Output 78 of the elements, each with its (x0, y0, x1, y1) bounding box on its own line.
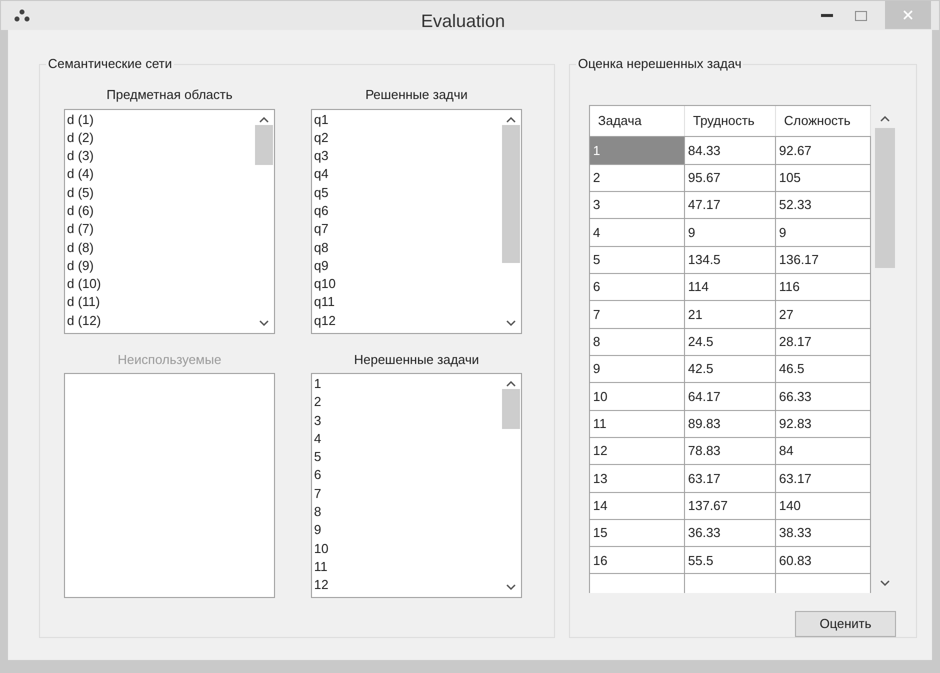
table-row[interactable]: 10 64.17 66.33 (590, 382, 872, 410)
scrollbar-thumb[interactable] (502, 389, 520, 429)
app-icon (13, 8, 31, 22)
list-item[interactable]: 5 (314, 448, 501, 466)
scroll-up-icon[interactable] (259, 116, 269, 122)
list-item[interactable]: q9 (314, 256, 501, 276)
list-item[interactable]: q12 (314, 312, 501, 330)
list-label: Предметная область (106, 86, 232, 104)
table-row[interactable]: 9 42.5 46.5 (590, 354, 872, 382)
table-row[interactable]: 6 114 116 (590, 272, 872, 300)
table-row[interactable]: 2 95.67 105 (590, 164, 872, 191)
list-box[interactable]: q1 q2 q3 q4 q5 q6 q7 q8 q9 q10 q11 q12 (311, 108, 522, 334)
list-item[interactable]: d (4) (67, 165, 254, 184)
scroll-up-icon[interactable] (506, 380, 516, 387)
list-item[interactable]: 10 (314, 540, 501, 558)
table-cell: 1 (590, 137, 685, 164)
list-item[interactable]: 12 (314, 576, 501, 595)
list-item[interactable]: d (11) (67, 293, 254, 312)
scrollbar-thumb[interactable] (875, 128, 896, 268)
list-item[interactable]: 6 (314, 466, 501, 485)
table-row[interactable]: 4 9 9 (590, 218, 872, 246)
table-row[interactable]: 12 78.83 84 (590, 436, 872, 464)
scrollbar-thumb[interactable] (502, 124, 520, 262)
list-item[interactable]: q2 (314, 128, 501, 148)
maximize-icon[interactable] (855, 10, 867, 20)
table-row[interactable]: 15 36.33 38.33 (590, 518, 872, 546)
list-item[interactable]: 7 (314, 484, 501, 504)
list-label: Нерешенные задачи (354, 350, 480, 369)
list-item[interactable]: d (12) (67, 312, 254, 330)
list-item[interactable]: q3 (314, 147, 501, 166)
table-row[interactable]: 11 89.83 92.83 (590, 410, 872, 437)
table-row[interactable]: 1 84.33 92.67 (590, 136, 872, 164)
scroll-down-icon[interactable] (259, 320, 269, 326)
list-item[interactable]: d (8) (67, 238, 254, 257)
list-box[interactable]: 1 2 3 4 5 6 7 8 9 10 11 12 (311, 373, 522, 598)
scrollbar-thumb[interactable] (255, 124, 273, 164)
list-item[interactable]: d (2) (67, 128, 254, 148)
scroll-down-icon[interactable] (880, 580, 890, 587)
list-item[interactable]: 3 (314, 412, 501, 430)
evaluate-button[interactable]: Оценить (795, 611, 896, 637)
table-row[interactable]: 14 137.67 140 (590, 492, 872, 519)
list-item[interactable]: q5 (314, 184, 501, 202)
list-item[interactable]: 9 (314, 521, 501, 540)
list-item[interactable]: q10 (314, 275, 501, 294)
list-box[interactable]: d (1) d (2) d (3) d (4) d (5) d (6) d (7) d (8) d (9) d (10) d (11) d (12) (64, 108, 275, 334)
table-row[interactable]: 8 24.5 28.17 (590, 328, 872, 355)
list-item[interactable]: q4 (314, 165, 501, 184)
list-item[interactable]: q11 (314, 293, 501, 312)
list-item[interactable]: d (3) (67, 147, 254, 166)
list-item[interactable]: q7 (314, 220, 501, 239)
list-item[interactable]: q6 (314, 202, 501, 220)
list-label: Решенные задчи (365, 86, 468, 104)
list-item[interactable]: d (7) (67, 220, 254, 239)
table-row[interactable]: 7 21 27 (590, 300, 872, 328)
group-title: Оценка нерешенных задач (576, 56, 744, 72)
scroll-down-icon[interactable] (506, 584, 516, 591)
table-row[interactable]: 5 134.5 136.17 (590, 246, 872, 273)
scroll-up-icon[interactable] (880, 115, 890, 122)
list-item[interactable]: d (10) (67, 275, 254, 294)
list-label: Неиспользуемые (118, 350, 222, 369)
list-item[interactable]: 8 (314, 503, 501, 522)
table-row[interactable]: 16 55.5 60.83 (590, 546, 872, 574)
list-item[interactable]: 11 (314, 558, 501, 576)
table-row[interactable]: 3 47.17 52.33 (590, 190, 872, 218)
list-item[interactable]: d (9) (67, 256, 254, 276)
list-item[interactable]: q1 (314, 110, 501, 129)
list-item[interactable]: 4 (314, 430, 501, 448)
minimize-icon[interactable] (821, 14, 833, 18)
list-item[interactable]: d (5) (67, 184, 254, 202)
scroll-up-icon[interactable] (506, 116, 516, 122)
list-item[interactable]: q8 (314, 238, 501, 257)
list-item[interactable]: 2 (314, 393, 501, 412)
list-item[interactable]: d (1) (67, 110, 254, 129)
scroll-down-icon[interactable] (506, 320, 516, 326)
list-item[interactable]: d (6) (67, 202, 254, 220)
window-title: Evaluation (421, 10, 506, 33)
list-item[interactable]: 1 (314, 375, 501, 394)
table-row[interactable]: 13 63.17 63.17 (590, 464, 872, 492)
